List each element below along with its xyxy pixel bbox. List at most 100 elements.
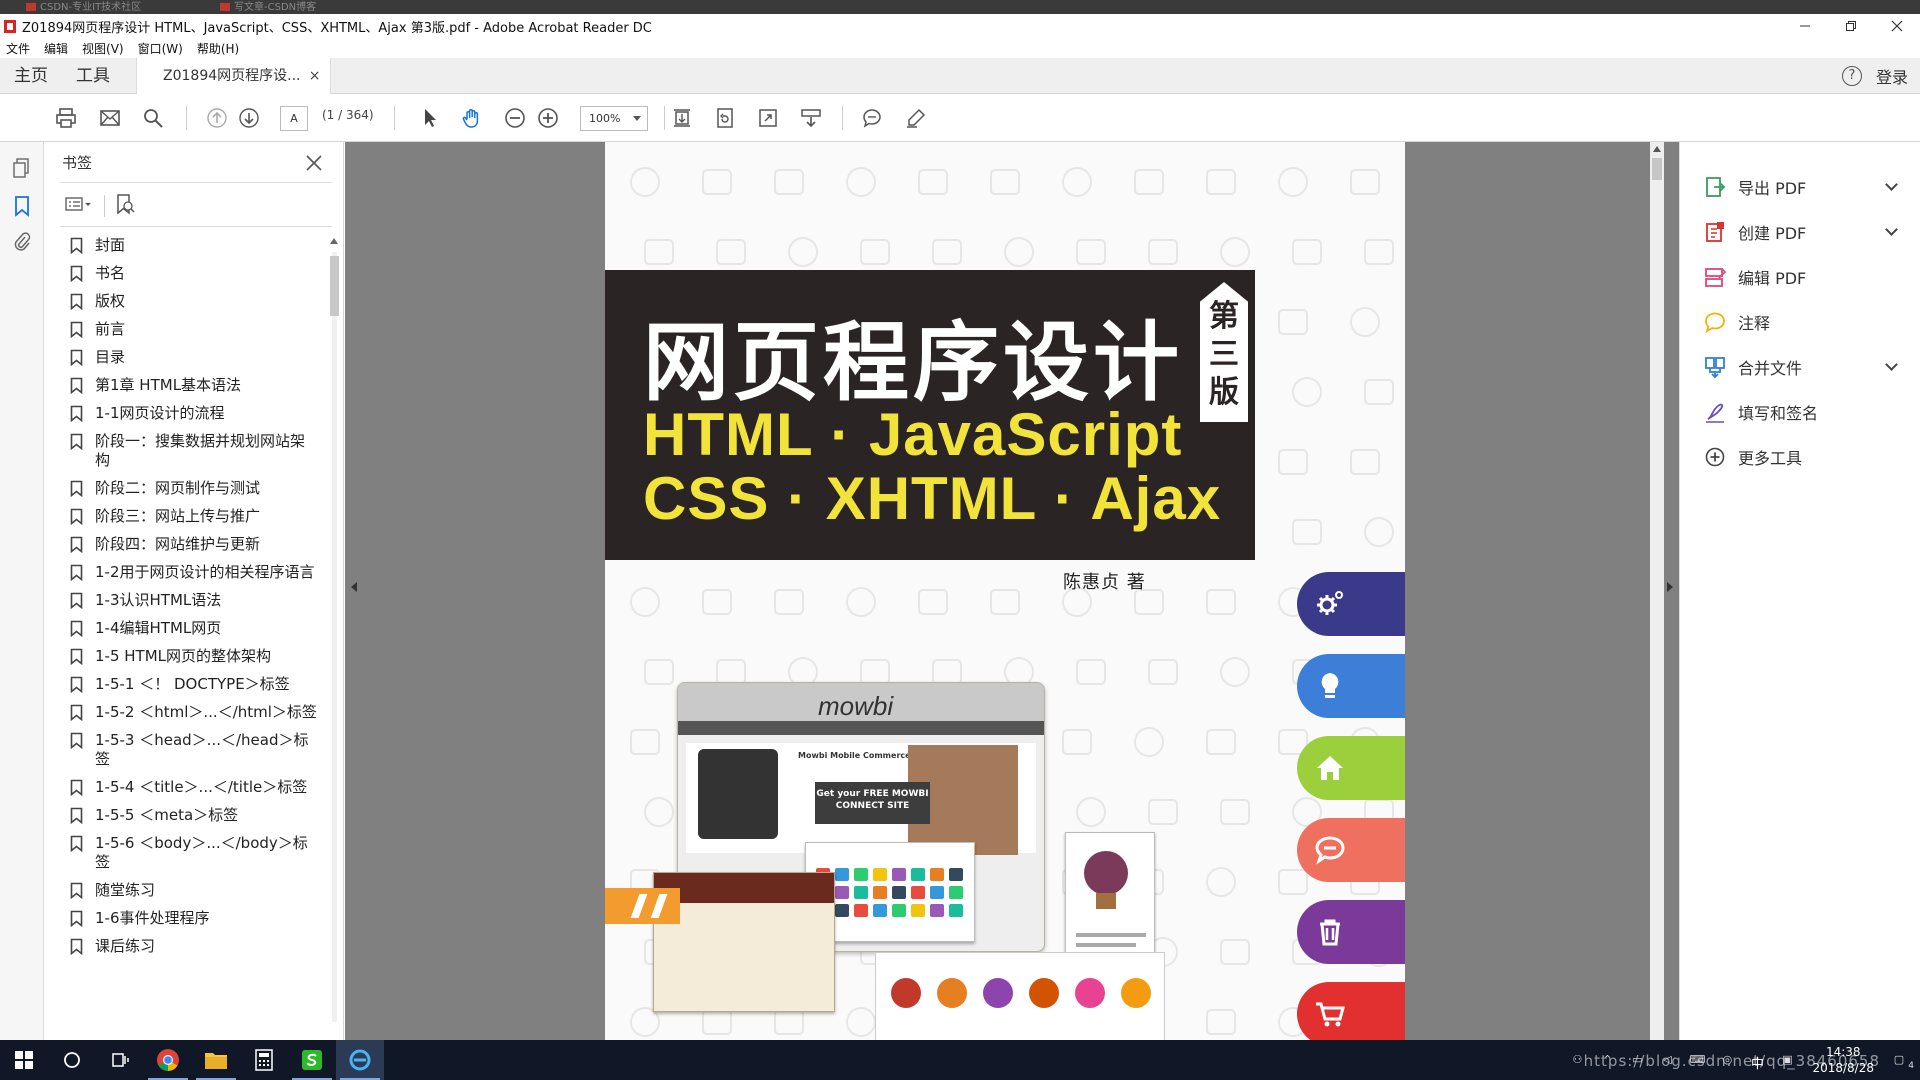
login-button[interactable]: 登录 (1876, 64, 1908, 88)
fit-page-icon[interactable] (670, 106, 694, 130)
scroll-thumb[interactable] (1652, 158, 1662, 180)
menu-edit[interactable]: 编辑 (44, 40, 68, 57)
tool-combine-files[interactable]: 合并文件 (1704, 352, 1904, 382)
bookmarks-icon[interactable] (10, 194, 34, 218)
bookmark-item[interactable]: 随堂练习 (62, 881, 317, 900)
tab-tools[interactable]: 工具 (62, 58, 124, 94)
bookmark-item[interactable]: 1-5-3 ＜head＞...＜/head＞标签 (62, 731, 317, 769)
bookmark-item[interactable]: 第1章 HTML基本语法 (62, 376, 317, 395)
tool-export-pdf[interactable]: 导出 PDF (1704, 172, 1904, 202)
select-cursor-icon[interactable] (418, 106, 442, 130)
help-icon[interactable]: ? (1841, 66, 1862, 86)
bookmark-item[interactable]: 1-2用于网页设计的相关程序语言 (62, 563, 317, 582)
chevron-down-icon[interactable] (1885, 178, 1898, 191)
tab-document[interactable]: Z01894网页程序设... × (136, 57, 332, 94)
restore-button[interactable] (1828, 14, 1874, 38)
bookmark-item[interactable]: 阶段四：网站维护与更新 (62, 535, 317, 554)
scroll-mode-icon[interactable] (799, 106, 823, 130)
minimize-button[interactable] (1782, 14, 1828, 38)
document-scrollbar[interactable] (1650, 142, 1664, 1040)
calculator-taskbar-button[interactable] (240, 1040, 288, 1080)
zoom-in-icon[interactable] (536, 106, 560, 130)
bookmark-item[interactable]: 1-5-4 ＜title＞...＜/title＞标签 (62, 778, 317, 797)
start-button[interactable] (0, 1040, 48, 1080)
bookmark-item[interactable]: 1-5-2 ＜html＞...＜/html＞标签 (62, 703, 317, 722)
hand-tool-icon[interactable] (460, 106, 484, 130)
bookmark-item[interactable]: 版权 (62, 292, 317, 311)
bookmark-scrollbar[interactable] (329, 236, 339, 1036)
scroll-up-icon[interactable] (330, 238, 338, 244)
bookmark-item[interactable]: 阶段三：网站上传与推广 (62, 507, 317, 526)
tool-create-pdf[interactable]: 创建 PDF (1704, 217, 1904, 247)
email-icon[interactable] (98, 106, 122, 130)
page-thumbnails-icon[interactable] (10, 156, 34, 180)
bookmark-item[interactable]: 1-5-1 ＜！ DOCTYPE＞标签 (62, 675, 317, 694)
bookmark-item[interactable]: 1-5-6 ＜body＞...＜/body＞标签 (62, 834, 317, 872)
bookmark-icon (70, 508, 83, 526)
chevron-down-icon[interactable] (1885, 223, 1898, 236)
highlight-pen-icon[interactable] (904, 106, 928, 130)
bookmark-item[interactable]: 1-5 HTML网页的整体架构 (62, 647, 317, 666)
show-hidden-icons-chevron[interactable]: ⌃ (1598, 1053, 1616, 1067)
bookmark-item[interactable]: 课后练习 (62, 937, 317, 956)
file-explorer-taskbar-button[interactable] (192, 1040, 240, 1080)
ie-taskbar-button[interactable] (336, 1040, 384, 1080)
bookmark-item[interactable]: 书名 (62, 264, 317, 283)
tab-home[interactable]: 主页 (0, 58, 62, 94)
green-app-taskbar-button[interactable] (288, 1040, 336, 1080)
rotate-view-icon[interactable] (713, 106, 737, 130)
print-icon[interactable] (54, 106, 78, 130)
ime-indicator[interactable]: 中 (1748, 1053, 1766, 1072)
people-icon[interactable]: ⚇ (1568, 1053, 1586, 1067)
tool-comment[interactable]: 注释 (1704, 307, 1904, 337)
bookmark-item[interactable]: 1-3认识HTML语法 (62, 591, 317, 610)
bookmark-item[interactable]: 阶段二：网页制作与测试 (62, 479, 317, 498)
bookmark-options-icon[interactable] (64, 194, 94, 218)
input-mode-icon[interactable]: ▣ (1778, 1053, 1796, 1067)
bookmark-label: 前言 (95, 320, 126, 338)
chevron-down-icon[interactable] (1885, 358, 1898, 371)
clock[interactable]: 14:38 2018/8/28 (1812, 1044, 1874, 1076)
collapse-left-panel-icon[interactable] (351, 582, 357, 592)
add-comment-icon[interactable] (860, 106, 884, 130)
volume-icon[interactable]: ◁ (1658, 1053, 1676, 1067)
full-screen-icon[interactable] (756, 106, 780, 130)
bookmark-item[interactable]: 1-1网页设计的流程 (62, 404, 317, 423)
tool-more-tools[interactable]: 更多工具 (1704, 442, 1904, 472)
bookmark-item[interactable]: 1-4编辑HTML网页 (62, 619, 317, 638)
action-center-icon[interactable]: ▢ 4 (1890, 1053, 1914, 1071)
next-page-icon[interactable] (237, 106, 261, 130)
close-panel-icon[interactable] (305, 148, 323, 178)
page-number-input[interactable]: A (280, 106, 308, 131)
app-tray-icon[interactable]: ◎ (1718, 1053, 1736, 1067)
previous-page-icon[interactable] (205, 106, 229, 130)
collapse-right-panel-icon[interactable] (1667, 582, 1673, 592)
bookmark-item[interactable]: 封面 (62, 236, 317, 255)
scroll-thumb[interactable] (330, 256, 339, 316)
tool-fill-sign[interactable]: 填写和签名 (1704, 397, 1904, 427)
bookmark-item[interactable]: 前言 (62, 320, 317, 339)
keyboard-icon[interactable]: ⌨ (1688, 1053, 1706, 1067)
search-icon[interactable] (141, 106, 165, 130)
tool-edit-pdf[interactable]: 编辑 PDF (1704, 262, 1904, 292)
menu-help[interactable]: 帮助(H) (197, 40, 239, 57)
bookmark-item[interactable]: 1-5-5 ＜meta＞标签 (62, 806, 317, 825)
bookmark-item[interactable]: 1-6事件处理程序 (62, 909, 317, 928)
task-view-button[interactable] (96, 1040, 144, 1080)
menu-view[interactable]: 视图(V) (82, 40, 124, 57)
bookmark-item[interactable]: 目录 (62, 348, 317, 367)
bookmark-item[interactable]: 阶段一：搜集数据并规划网站架构 (62, 432, 317, 470)
menu-file[interactable]: 文件 (6, 40, 30, 57)
network-icon[interactable]: ▭ (1628, 1053, 1646, 1067)
scroll-up-icon[interactable] (1653, 146, 1661, 152)
menu-window[interactable]: 窗口(W) (138, 40, 183, 57)
zoom-select[interactable]: 100% (580, 106, 648, 131)
attachments-icon[interactable] (10, 230, 34, 254)
chrome-taskbar-button[interactable] (144, 1040, 192, 1080)
close-tab-icon[interactable]: × (309, 58, 321, 94)
close-window-button[interactable] (1874, 14, 1920, 38)
new-bookmark-icon[interactable] (115, 193, 135, 219)
cortana-search-button[interactable] (48, 1040, 96, 1080)
document-viewer[interactable]: 网页程序设计 HTML · JavaScript CSS · XHTML · A… (345, 142, 1679, 1040)
zoom-out-icon[interactable] (503, 106, 527, 130)
